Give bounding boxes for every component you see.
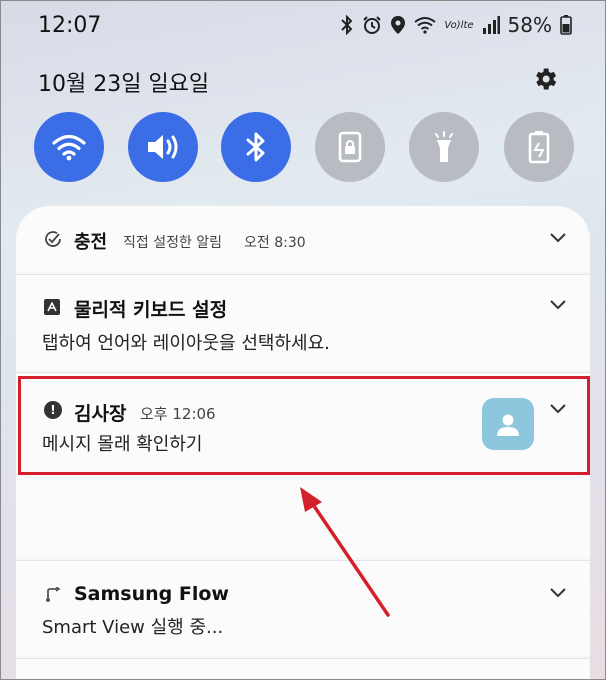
annotation-arrow	[300, 487, 390, 617]
